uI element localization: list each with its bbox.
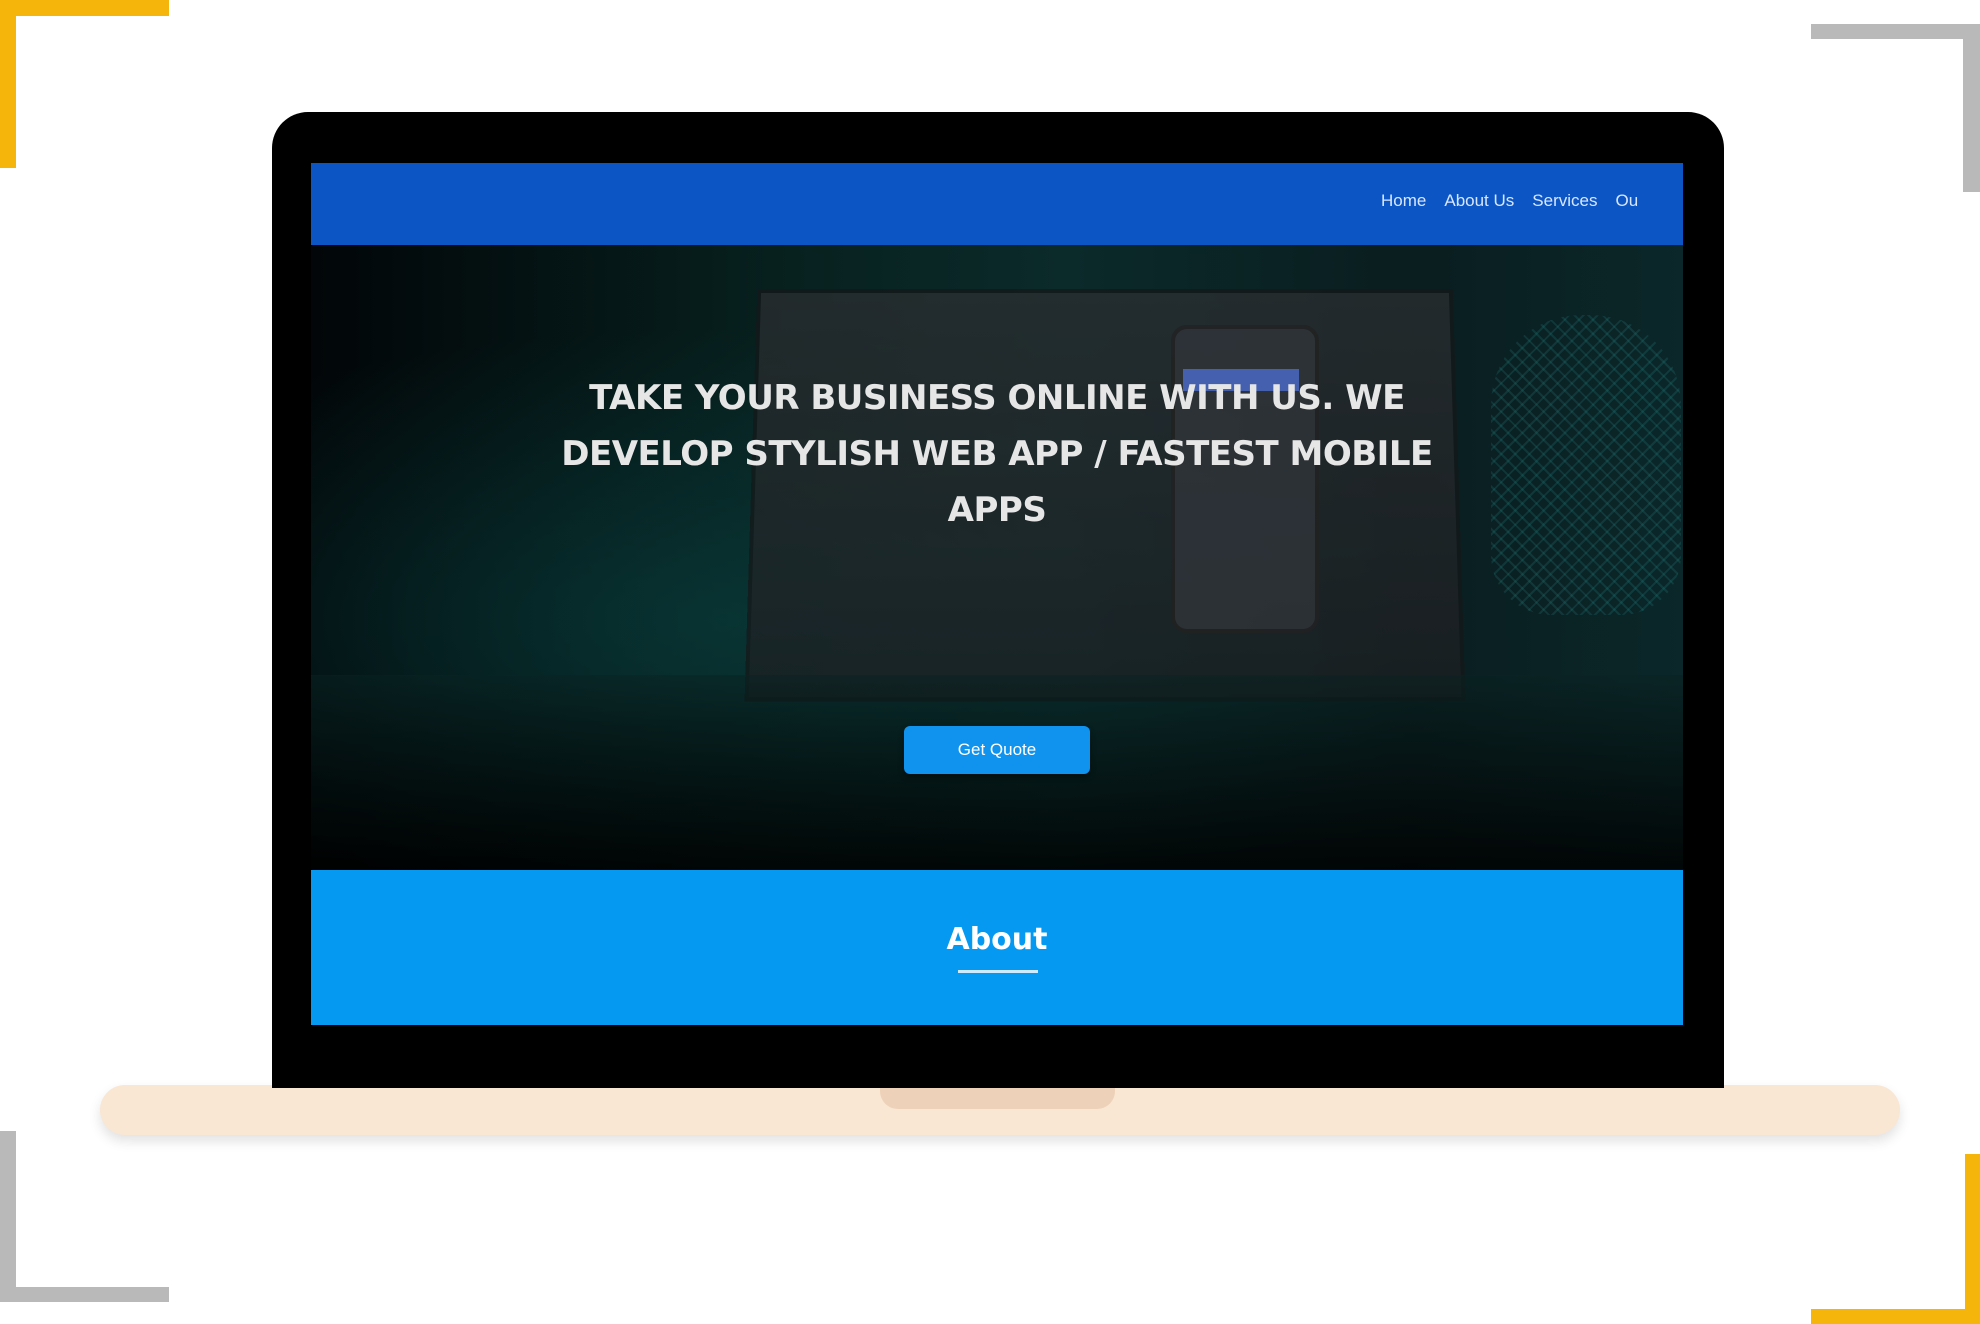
- laptop-notch: [880, 1087, 1115, 1109]
- get-quote-button[interactable]: Get Quote: [904, 726, 1090, 774]
- hero-headline: TAKE YOUR BUSINESS ONLINE WITH US. WE DE…: [561, 378, 1433, 530]
- about-heading-underline: [958, 970, 1038, 973]
- about-heading: About: [946, 922, 1048, 957]
- nav-link-services[interactable]: Services: [1532, 191, 1597, 211]
- nav-link-about-us[interactable]: About Us: [1444, 191, 1514, 211]
- top-navbar: Home About Us Services Ou: [311, 163, 1683, 245]
- nav-link-home[interactable]: Home: [1381, 191, 1426, 211]
- laptop-screen: Home About Us Services Ou TAKE YOUR BUSI…: [311, 163, 1683, 1025]
- hero-background-desk: [311, 675, 1683, 875]
- about-section: About: [311, 870, 1683, 1025]
- nav-link-truncated[interactable]: Ou: [1615, 191, 1638, 211]
- hero-section: [311, 245, 1683, 875]
- nav-links: Home About Us Services Ou: [1381, 191, 1638, 211]
- hero-background-wireframe-head: [1491, 315, 1681, 615]
